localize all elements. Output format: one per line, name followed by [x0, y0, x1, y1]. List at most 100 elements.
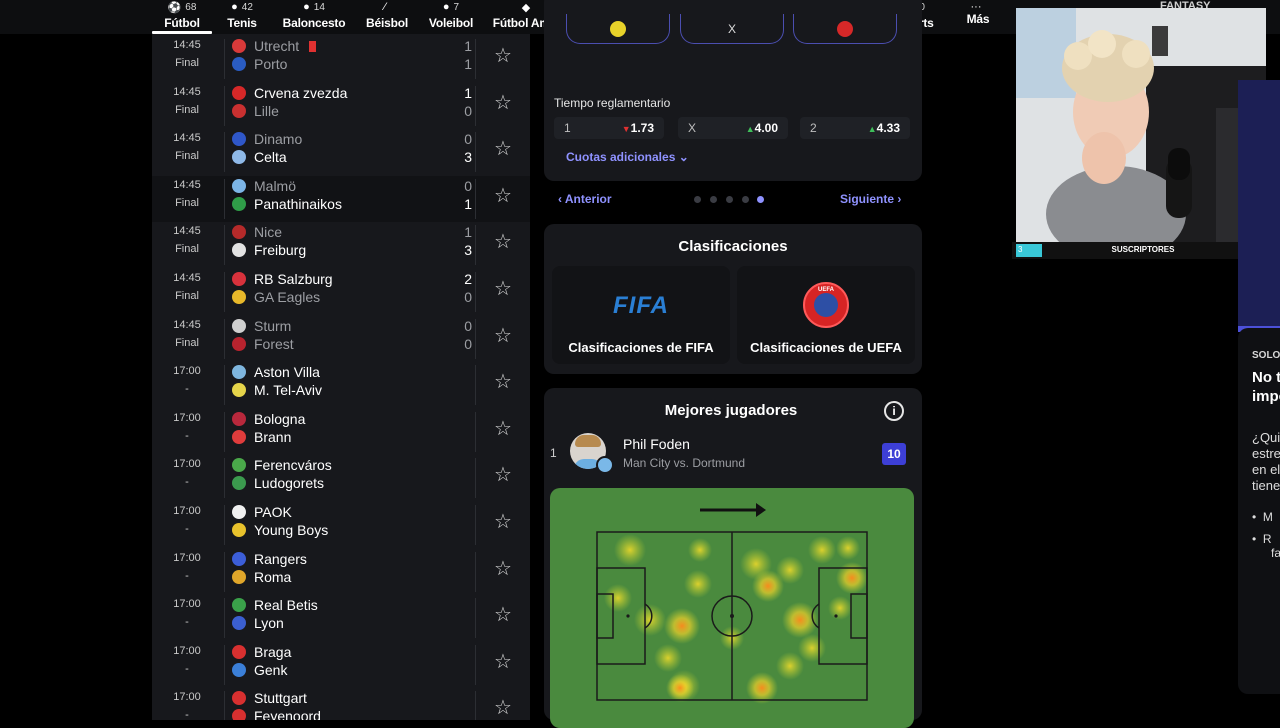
fifa-rankings-label: Clasificaciones de FIFA [568, 340, 714, 355]
favorite-star-icon[interactable]: ☆ [492, 558, 514, 580]
divider [475, 598, 476, 639]
next-button[interactable]: Siguiente › [840, 192, 901, 206]
home-team-pill[interactable] [566, 14, 670, 44]
match-time: 14:45 [173, 85, 201, 98]
favorite-star-icon[interactable]: ☆ [492, 231, 514, 253]
divider [224, 644, 225, 685]
divider [224, 225, 225, 266]
info-icon[interactable]: i [884, 401, 904, 421]
favorite-star-icon[interactable]: ☆ [492, 45, 514, 67]
nav-label: Fútbol [164, 16, 200, 30]
favorite-star-icon[interactable]: ☆ [492, 697, 514, 719]
american-football-icon: ◆ [521, 1, 531, 14]
match-row[interactable]: 14:45 Final Utrecht Porto 1 1 ☆ [152, 36, 530, 82]
home-team-name: Crvena zvezda [254, 84, 348, 101]
divider [475, 39, 476, 79]
home-score: 1 [464, 38, 472, 54]
match-row[interactable]: 17:00 - Real Betis Lyon ☆ [152, 595, 530, 641]
soccer-ball-icon: ⚽ [167, 1, 182, 14]
away-team-name: Roma [254, 568, 292, 585]
match-row[interactable]: 17:00 - Aston Villa M. Tel-Aviv ☆ [152, 362, 530, 408]
home-crest-icon [610, 20, 626, 37]
favorite-star-icon[interactable]: ☆ [492, 464, 514, 486]
pager-dot[interactable] [694, 196, 701, 203]
match-row[interactable]: 17:00 - PAOK Young Boys ☆ [152, 502, 530, 548]
match-row[interactable]: 14:45 Final Crvena zvezda Lille 1 0 ☆ [152, 83, 530, 129]
nav-label: Más [966, 12, 990, 26]
home-crest-icon [232, 551, 246, 566]
away-score: 0 [464, 289, 472, 305]
previous-button[interactable]: ‹ Anterior [558, 192, 612, 206]
divider [224, 318, 225, 359]
match-row[interactable]: 17:00 - Ferencváros Ludogorets ☆ [152, 455, 530, 501]
pager-dot[interactable] [710, 196, 717, 203]
match-row[interactable]: 14:45 Final Malmö Panathinaikos 0 1 ☆ [152, 175, 530, 222]
rankings-card: Clasificaciones FIFA Clasificaciones de … [544, 224, 922, 374]
match-row[interactable]: 17:00 - Bologna Brann ☆ [152, 409, 530, 455]
home-crest-icon [232, 85, 246, 100]
match-row[interactable]: 14:45 Final Dinamo Celta 0 3 ☆ [152, 129, 530, 175]
match-row[interactable]: 17:00 - Rangers Roma ☆ [152, 549, 530, 595]
match-time: 17:00 [173, 505, 201, 517]
home-team-name: Braga [254, 643, 292, 660]
match-time: 17:00 [173, 598, 201, 611]
match-row[interactable]: 14:45 Final Nice Freiburg 1 3 ☆ [152, 222, 530, 268]
favorite-star-icon[interactable]: ☆ [492, 278, 514, 300]
match-time: 14:45 [173, 39, 201, 51]
away-score: 1 [464, 195, 472, 212]
match-status: Final [175, 57, 199, 69]
trend-up-icon: ▲ [745, 124, 755, 134]
pager-dot-active[interactable] [757, 196, 764, 203]
pager-dot[interactable] [726, 196, 733, 203]
odds-draw[interactable]: X ▲4.00 [678, 117, 788, 139]
promo-panel: SOLO No timpo ¿Quiestreen eltiene • M • … [1238, 328, 1280, 694]
home-team: Nice [232, 224, 282, 240]
match-status: Final [175, 196, 199, 209]
draw-pill[interactable]: X [680, 14, 784, 44]
favorite-star-icon[interactable]: ☆ [492, 185, 514, 207]
match-row[interactable]: 17:00 - Stuttgart Feyenoord ☆ [152, 688, 530, 720]
promo-bullet: • M [1252, 510, 1273, 524]
favorite-star-icon[interactable]: ☆ [492, 604, 514, 626]
match-time: 17:00 [173, 644, 201, 657]
nav-count: 68 [185, 1, 197, 13]
fifa-rankings-tile[interactable]: FIFA Clasificaciones de FIFA [552, 266, 730, 364]
match-row[interactable]: 14:45 Final RB Salzburg GA Eagles 2 0 ☆ [152, 269, 530, 315]
extra-odds-link[interactable]: Cuotas adicionales ⌄ [566, 150, 689, 164]
away-team: Panathinaikos [232, 196, 342, 212]
home-score: 1 [464, 224, 472, 241]
nav-tab-m-s[interactable]: ··· Más [933, 0, 1023, 34]
divider [475, 85, 476, 126]
away-team-name: Brann [254, 428, 292, 445]
home-team: Utrecht [232, 38, 317, 54]
home-team: Dinamo [232, 131, 302, 147]
away-team-name: GA Eagles [254, 289, 321, 305]
favorite-star-icon[interactable]: ☆ [492, 92, 514, 114]
away-score: 3 [464, 242, 472, 259]
odds-home[interactable]: 1 ▼1.73 [554, 117, 664, 139]
volleyball-icon: ● [442, 1, 450, 13]
divider [224, 365, 225, 406]
pager-dot[interactable] [742, 196, 749, 203]
odds-away-value: 4.33 [876, 121, 900, 135]
away-team-name: Feyenoord [254, 708, 321, 720]
favorite-star-icon[interactable]: ☆ [492, 418, 514, 440]
player-name[interactable]: Phil Foden [623, 436, 690, 452]
player-rating: 10 [882, 443, 906, 465]
favorite-star-icon[interactable]: ☆ [492, 138, 514, 160]
divider [475, 551, 476, 592]
favorite-star-icon[interactable]: ☆ [492, 371, 514, 393]
favorite-star-icon[interactable]: ☆ [492, 651, 514, 673]
promo-banner-bg [1238, 80, 1280, 332]
match-row[interactable]: 14:45 Final Sturm Forest 0 0 ☆ [152, 316, 530, 362]
away-team-pill[interactable] [793, 14, 897, 44]
favorite-star-icon[interactable]: ☆ [492, 511, 514, 533]
home-crest-icon [232, 178, 246, 193]
favorite-star-icon[interactable]: ☆ [492, 325, 514, 347]
match-row[interactable]: 17:00 - Braga Genk ☆ [152, 642, 530, 688]
nav-count: 7 [453, 1, 460, 13]
uefa-rankings-tile[interactable]: UEFA Clasificaciones de UEFA [737, 266, 915, 364]
odds-away[interactable]: 2 ▲4.33 [800, 117, 910, 139]
top-players-card: Mejores jugadores i 1 Phil Foden Man Cit… [544, 388, 922, 728]
divider [224, 598, 225, 639]
